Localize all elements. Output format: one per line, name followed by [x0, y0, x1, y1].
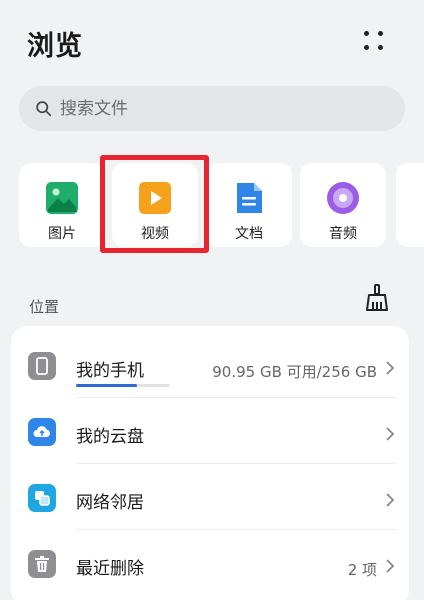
category-label: 文档	[235, 226, 263, 242]
header: 浏览	[0, 0, 424, 82]
more-options-button[interactable]	[360, 28, 388, 54]
category-documents[interactable]: 文档	[206, 163, 292, 247]
network-icon	[28, 484, 56, 512]
audio-icon	[327, 182, 359, 214]
video-icon	[139, 182, 171, 214]
storage-fill	[76, 384, 137, 387]
image-icon	[46, 182, 78, 214]
storage-bar	[76, 384, 170, 387]
deleted-count: 2 项	[347, 561, 377, 579]
section-label-location: 位置	[29, 298, 60, 316]
location-item-network[interactable]: 网络邻居	[11, 464, 409, 530]
category-row: 图片 视频 文档 音频	[0, 160, 424, 250]
trash-icon	[28, 550, 56, 578]
more-dot-icon	[378, 31, 383, 36]
chevron-right-icon	[386, 361, 395, 375]
search-icon	[36, 101, 52, 117]
category-images[interactable]: 图片	[19, 163, 105, 247]
chevron-right-icon	[386, 559, 395, 573]
search-input[interactable]	[60, 98, 360, 119]
category-label: 音频	[329, 226, 357, 242]
broom-icon[interactable]	[364, 284, 390, 312]
cloud-icon	[28, 418, 56, 446]
location-list: 我的手机 90.95 GB 可用/256 GB 我的云盘 网络邻居 最近删除 2…	[11, 326, 409, 600]
category-more-partial[interactable]	[396, 163, 424, 247]
location-item-label: 最近删除	[76, 559, 144, 579]
location-item-my-phone[interactable]: 我的手机 90.95 GB 可用/256 GB	[11, 332, 409, 398]
category-videos[interactable]: 视频	[112, 163, 198, 247]
storage-info: 90.95 GB 可用/256 GB	[212, 363, 377, 381]
location-item-label: 我的手机	[76, 361, 144, 381]
document-icon	[237, 183, 262, 213]
category-label: 视频	[141, 226, 169, 242]
more-dot-icon	[364, 31, 369, 36]
chevron-right-icon	[386, 427, 395, 441]
category-audio[interactable]: 音频	[300, 163, 386, 247]
category-label: 图片	[48, 226, 76, 242]
page-title: 浏览	[27, 31, 83, 62]
phone-icon	[28, 352, 56, 380]
location-item-recently-deleted[interactable]: 最近删除 2 项	[11, 530, 409, 596]
more-dot-icon	[364, 45, 369, 50]
location-item-label: 我的云盘	[76, 427, 144, 447]
location-item-my-cloud[interactable]: 我的云盘	[11, 398, 409, 464]
chevron-right-icon	[386, 493, 395, 507]
location-item-label: 网络邻居	[76, 493, 144, 513]
search-bar[interactable]	[19, 86, 405, 131]
more-dot-icon	[378, 45, 383, 50]
